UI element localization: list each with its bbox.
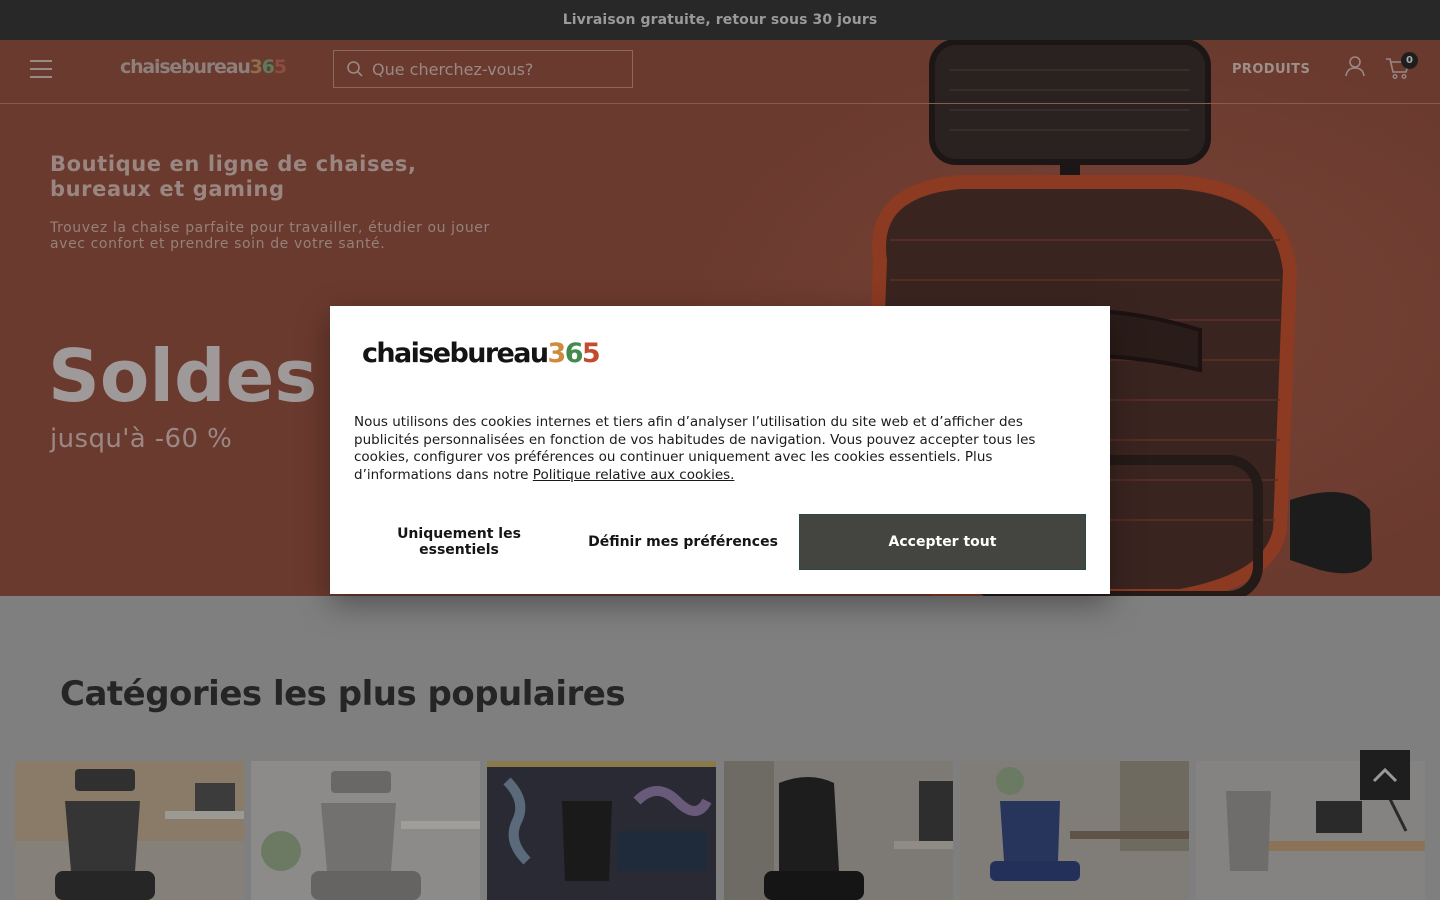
- category-tile[interactable]: [960, 761, 1189, 900]
- cart-count-badge: 0: [1401, 52, 1418, 69]
- essentials-only-button[interactable]: Uniquement les essentiels: [384, 526, 534, 558]
- hamburger-menu-icon[interactable]: [30, 60, 52, 78]
- nav-produits-link[interactable]: PRODUITS: [1232, 62, 1310, 77]
- back-to-top-button[interactable]: [1360, 750, 1410, 800]
- logo-digit-6: 6: [261, 56, 275, 78]
- hero-subtitle: Trouvez la chaise parfaite pour travaill…: [50, 220, 490, 252]
- set-preferences-button[interactable]: Définir mes préférences: [588, 514, 778, 570]
- logo-digit-5: 5: [273, 56, 287, 78]
- category-tile[interactable]: [487, 761, 716, 900]
- category-image: [487, 761, 716, 900]
- cookie-policy-link[interactable]: Politique relative aux cookies.: [533, 467, 735, 483]
- chevron-up-icon: [1372, 767, 1398, 783]
- logo-digit-3: 3: [249, 56, 263, 78]
- category-image: [15, 761, 244, 900]
- logo-word: chaisebureau: [362, 338, 549, 369]
- search-box[interactable]: [333, 50, 633, 88]
- logo-digit-6: 6: [564, 338, 584, 369]
- category-image: [251, 761, 480, 900]
- category-tile[interactable]: [251, 761, 480, 900]
- logo-digit-5: 5: [581, 338, 601, 369]
- hero-headline: Soldes: [48, 334, 318, 418]
- category-tile[interactable]: [15, 761, 244, 900]
- category-tile[interactable]: [724, 761, 953, 900]
- search-input[interactable]: [372, 59, 612, 79]
- site-logo[interactable]: chaisebureau365: [120, 56, 287, 78]
- search-icon: [347, 61, 363, 77]
- modal-logo: chaisebureau365: [362, 338, 601, 369]
- logo-digit-3: 3: [547, 338, 567, 369]
- site-header: chaisebureau365 PRODUITS 0: [0, 40, 1440, 104]
- promo-bar: Livraison gratuite, retour sous 30 jours: [0, 0, 1440, 40]
- cookie-consent-modal: chaisebureau365 Nous utilisons des cooki…: [330, 306, 1110, 594]
- category-image: [724, 761, 953, 900]
- logo-word: chaisebureau: [120, 56, 251, 78]
- category-image: [960, 761, 1189, 900]
- accept-all-button[interactable]: Accepter tout: [799, 514, 1086, 570]
- cookie-description: Nous utilisons des cookies internes et t…: [354, 414, 1074, 484]
- hero-title: Boutique en ligne de chaises, bureaux et…: [50, 152, 417, 201]
- categories-section: Catégories les plus populaires: [0, 596, 1440, 900]
- hero-discount: jusqu'à -60 %: [50, 424, 233, 454]
- promo-text: Livraison gratuite, retour sous 30 jours: [562, 12, 878, 28]
- categories-title: Catégories les plus populaires: [60, 674, 626, 714]
- user-account-icon[interactable]: [1343, 54, 1367, 78]
